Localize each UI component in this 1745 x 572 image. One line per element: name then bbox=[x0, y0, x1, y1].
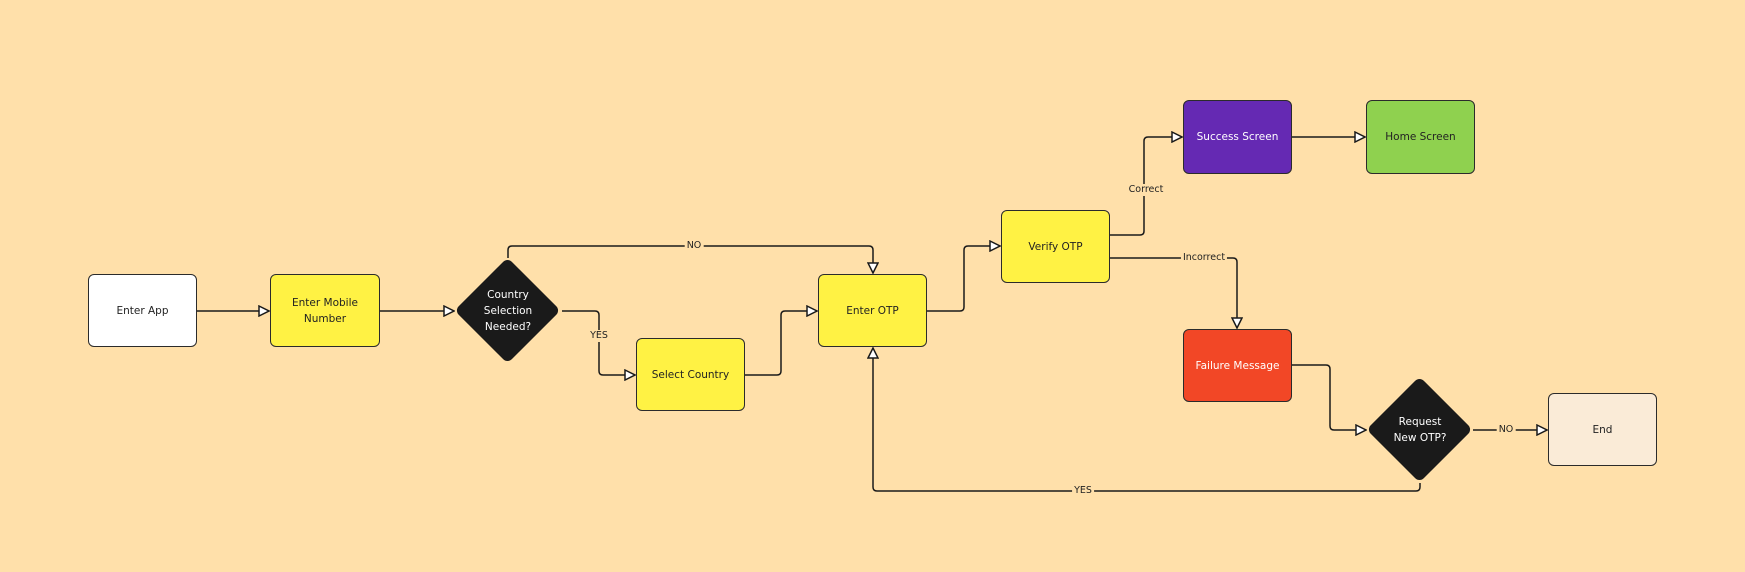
edge-label-yes: YES bbox=[588, 330, 610, 342]
edge-label-correct: Correct bbox=[1126, 184, 1166, 196]
node-label: Home Screen bbox=[1385, 131, 1456, 143]
edge-yes-to-country bbox=[562, 310, 635, 375]
node-label: Select Country bbox=[651, 368, 730, 381]
edge-label-incorrect: Incorrect bbox=[1180, 252, 1228, 264]
decision-label: Country Selection Needed? bbox=[483, 289, 533, 333]
node-failure-message[interactable]: Failure Message bbox=[1183, 329, 1292, 402]
edge-otp-to-verify bbox=[927, 246, 1000, 312]
node-home-screen[interactable]: Home Screen bbox=[1366, 100, 1475, 174]
node-enter-otp[interactable]: Enter OTP bbox=[818, 274, 927, 347]
node-label: Enter OTP bbox=[846, 304, 899, 317]
edge-label-no-request: NO bbox=[1496, 424, 1516, 436]
node-label: Success Screen bbox=[1196, 131, 1279, 143]
edge-incorrect bbox=[1110, 257, 1237, 328]
edge-label-yes-request: YES bbox=[1072, 485, 1094, 497]
node-label: Verify OTP bbox=[1028, 240, 1083, 253]
edge-failure-to-decision bbox=[1292, 364, 1366, 430]
node-label: Enter App bbox=[116, 304, 169, 317]
edge-country-to-otp bbox=[745, 311, 817, 376]
node-success-screen[interactable]: Success Screen bbox=[1183, 100, 1292, 174]
edge-label-no: NO bbox=[684, 240, 704, 252]
node-select-country[interactable]: Select Country bbox=[636, 338, 745, 411]
node-label: Failure Message bbox=[1195, 359, 1280, 372]
decision-label: Request New OTP? bbox=[1393, 416, 1447, 444]
node-label: End bbox=[1592, 423, 1613, 436]
node-label: Enter Mobile Number bbox=[292, 296, 358, 325]
node-enter-mobile[interactable]: Enter Mobile Number bbox=[270, 274, 380, 347]
node-verify-otp[interactable]: Verify OTP bbox=[1001, 210, 1110, 283]
node-enter-app[interactable]: Enter App bbox=[88, 274, 197, 347]
node-end[interactable]: End bbox=[1548, 393, 1657, 466]
edge-yes-to-otp bbox=[873, 348, 1421, 492]
